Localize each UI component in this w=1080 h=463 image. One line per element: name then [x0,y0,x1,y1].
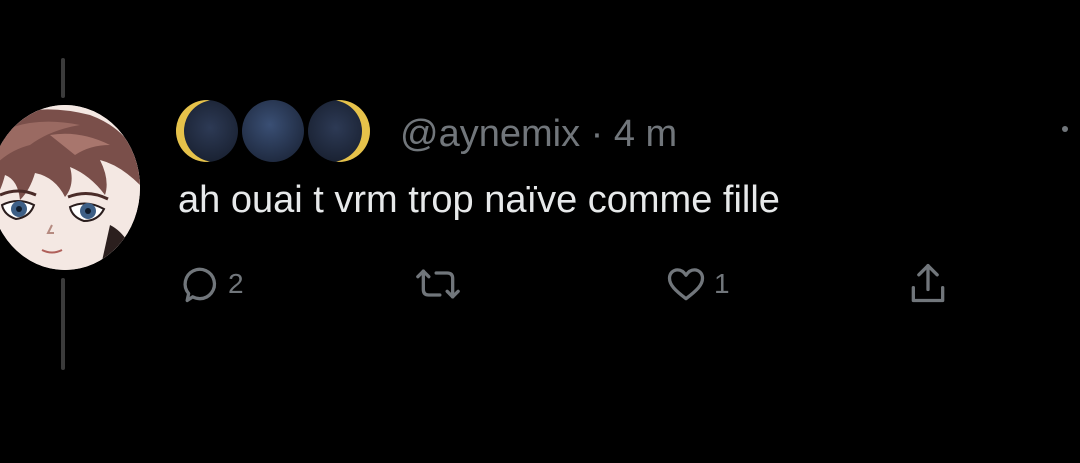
separator: · [590,113,604,155]
avatar[interactable] [0,105,140,270]
share-icon [911,264,945,303]
tweet[interactable]: @aynemix · 4 m ah ouai t vrm trop naïve … [0,0,1080,463]
thread-line-bottom [61,278,65,370]
last-quarter-moon-icon [176,100,238,162]
first-quarter-moon-icon [308,100,370,162]
reply-button[interactable]: 2 [178,258,244,310]
share-button[interactable] [906,258,950,310]
handle[interactable]: @aynemix [400,113,580,155]
retweet-icon [416,269,460,299]
thread-line-top [61,58,65,98]
display-name[interactable] [176,98,370,164]
timestamp[interactable]: 4 m [614,113,677,155]
reply-count: 2 [228,268,244,299]
retweet-button[interactable] [412,258,470,310]
more-icon[interactable] [1062,126,1068,132]
new-moon-icon [242,100,304,162]
like-button[interactable]: 1 [664,258,730,310]
heart-icon [667,268,705,301]
reply-icon [183,267,217,303]
like-count: 1 [714,268,730,299]
handle-line: @aynemix · 4 m [400,110,677,158]
tweet-text: ah ouai t vrm trop naïve comme fille [178,179,780,221]
